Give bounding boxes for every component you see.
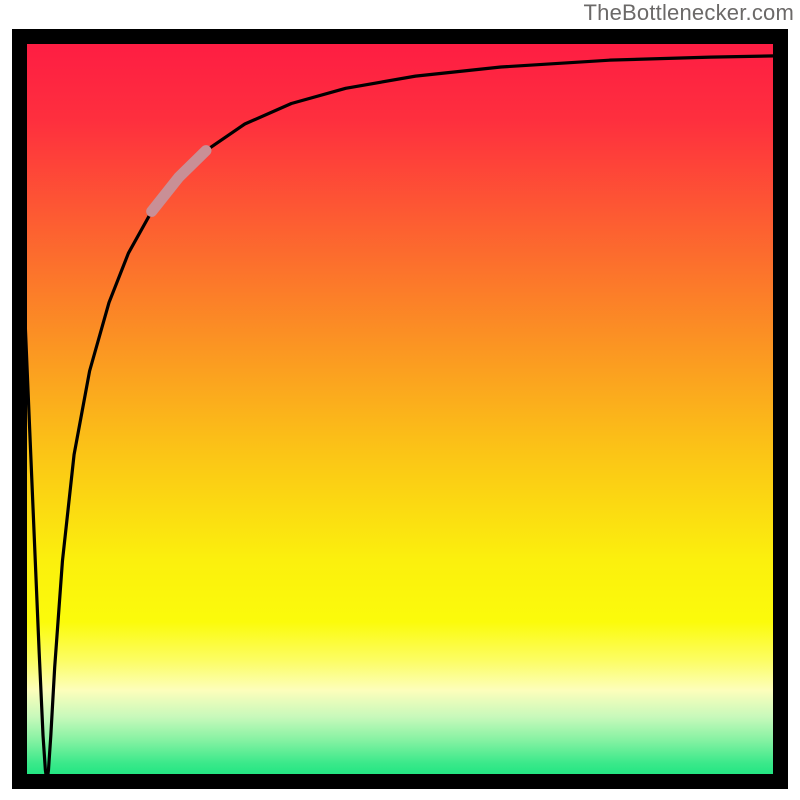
background-gradient xyxy=(12,29,788,789)
plot-area xyxy=(12,29,788,789)
plot-svg xyxy=(12,29,788,789)
chart-root: TheBottlenecker.com xyxy=(0,0,800,800)
attribution-text: TheBottlenecker.com xyxy=(584,0,794,26)
